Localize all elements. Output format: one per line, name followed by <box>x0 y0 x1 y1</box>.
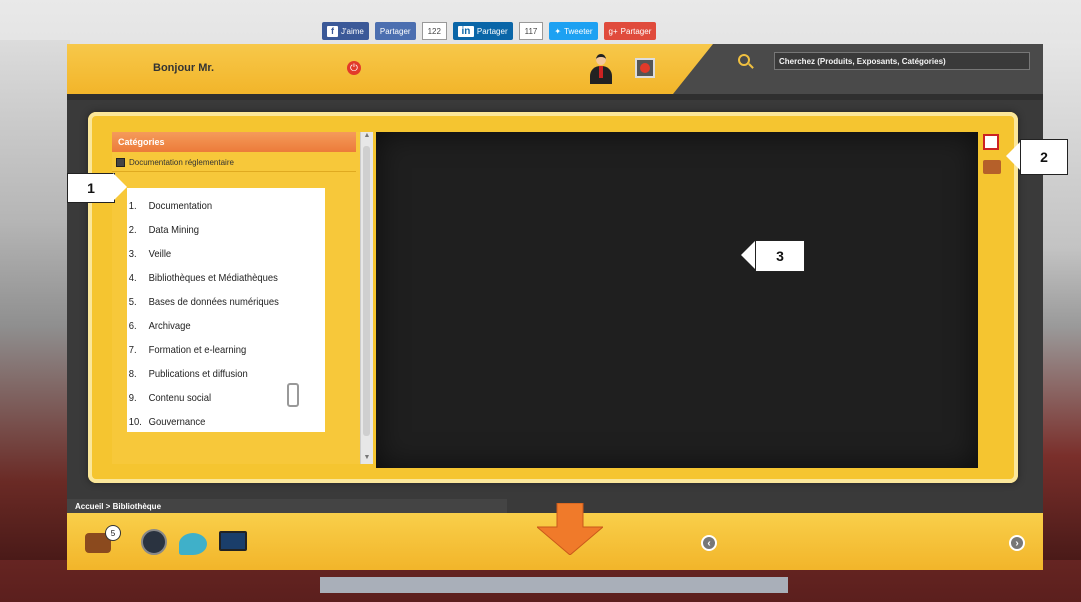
callout-3: 3 <box>755 240 805 272</box>
scroll-up-icon[interactable]: ▲ <box>363 132 371 142</box>
googleplus-share-label: Partager <box>620 26 652 36</box>
linkedin-share-label: Partager <box>476 26 508 36</box>
category-scrollbar[interactable]: ▲ ▼ <box>360 132 373 464</box>
list-item-number: 7. <box>128 344 137 356</box>
callout-1-arrow <box>113 173 127 201</box>
greeting-text: Bonjour Mr. <box>153 62 215 74</box>
list-item-number: 10. <box>128 416 142 428</box>
list-item-number: 5. <box>128 296 137 308</box>
list-item[interactable]: 4. Bibliothèques et Médiathèques <box>127 266 305 290</box>
category-label: Documentation réglementaire <box>129 158 234 167</box>
list-item-number: 6. <box>128 320 137 332</box>
search-icon[interactable] <box>738 54 750 66</box>
facebook-like-label: J'aime <box>341 26 364 36</box>
top-band <box>67 94 1043 100</box>
category-panel: Catégories Documentation réglementaire 1… <box>112 132 360 464</box>
list-item[interactable]: 10. Gouvernance <box>127 410 305 434</box>
chest-count-badge: 5 <box>105 525 121 541</box>
monitor-icon[interactable] <box>219 531 247 551</box>
list-item-number: 2. <box>128 224 137 236</box>
callout-1: 1 <box>67 173 115 203</box>
book-icon[interactable] <box>983 134 999 150</box>
mouse-scroll-icon <box>287 383 299 407</box>
chat-icon[interactable] <box>179 533 207 555</box>
previous-arrow-icon[interactable]: ‹ <box>701 535 717 551</box>
user-avatar-icon[interactable] <box>588 54 614 84</box>
list-item-label: Bibliothèques et Médiathèques <box>148 272 278 284</box>
linkedin-share-count: 117 <box>518 22 544 40</box>
category-documentation-reglementaire[interactable]: Documentation réglementaire <box>112 154 356 172</box>
categories-header: Catégories <box>112 132 356 152</box>
next-arrow-icon[interactable]: › <box>1009 535 1025 551</box>
googleplus-share-button[interactable]: g+ Partager <box>603 22 657 40</box>
list-item-label: Archivage <box>148 320 191 332</box>
breadcrumb[interactable]: Accueil > Bibliothèque <box>67 499 507 513</box>
list-item-label: Gouvernance <box>148 416 206 428</box>
scroll-down-icon[interactable]: ▼ <box>363 454 371 464</box>
callout-2: 2 <box>1020 139 1068 175</box>
list-item[interactable]: 5. Bases de données numériques <box>127 290 305 314</box>
list-item-label: Veille <box>148 248 172 260</box>
briefcase-icon[interactable] <box>983 160 1001 174</box>
list-item[interactable]: 6. Archivage <box>127 314 305 338</box>
facebook-share-count: 122 <box>421 22 447 40</box>
subcategory-list: 1. Documentation 2. Data Mining 3. Veille 4… <box>127 188 325 432</box>
list-item[interactable]: 7. Formation et e-learning <box>127 338 305 362</box>
list-item[interactable]: 9. Contenu social <box>127 386 305 410</box>
list-item-label: Bases de données numériques <box>148 296 279 308</box>
search-input[interactable] <box>774 52 1030 70</box>
callout-2-arrow <box>1006 142 1020 170</box>
facebook-share-label: Partager <box>379 26 411 36</box>
record-icon[interactable] <box>635 58 655 78</box>
list-item-label: Formation et e-learning <box>148 344 247 356</box>
category-bullet-icon <box>116 158 125 167</box>
list-item-number: 9. <box>128 392 137 404</box>
list-item[interactable]: 1. Documentation <box>127 194 305 218</box>
list-item[interactable]: 2. Data Mining <box>127 218 305 242</box>
scrollbar-thumb[interactable] <box>363 146 370 436</box>
down-arrow-icon[interactable] <box>537 503 603 555</box>
linkedin-icon: in <box>457 25 474 37</box>
share-bar: f J'aime Partager 122 in Partager 117 ✦ … <box>322 21 657 41</box>
compass-icon[interactable] <box>141 529 167 555</box>
callout-3-arrow <box>741 241 755 269</box>
content-viewer[interactable] <box>376 132 978 468</box>
facebook-share-button[interactable]: Partager <box>374 22 416 40</box>
linkedin-share-button[interactable]: in Partager <box>452 22 513 40</box>
list-item-label: Contenu social <box>148 392 212 404</box>
twitter-tweet-button[interactable]: ✦ Tweeter <box>549 22 598 40</box>
list-item[interactable]: 8. Publications et diffusion <box>127 362 305 386</box>
bottom-bar: 5 ‹ › <box>67 499 1043 570</box>
list-item-number: 4. <box>128 272 137 284</box>
list-item-number: 8. <box>128 368 137 380</box>
facebook-icon: f <box>327 25 338 37</box>
content-card: Catégories Documentation réglementaire 1… <box>88 112 1018 483</box>
list-item-label: Documentation <box>148 200 213 212</box>
facebook-like-button[interactable]: f J'aime <box>322 22 369 40</box>
footer-strip <box>320 577 788 593</box>
twitter-bird-icon: ✦ <box>554 26 562 36</box>
main-frame: Bonjour Mr. ⏻ Catégories Documentation r… <box>67 44 1043 570</box>
logout-power-icon[interactable]: ⏻ <box>347 61 361 75</box>
list-item-number: 1. <box>128 200 137 212</box>
background-left <box>0 40 70 560</box>
googleplus-icon: g+ <box>608 26 618 36</box>
list-item-number: 3. <box>128 248 137 260</box>
list-item-label: Data Mining <box>148 224 200 236</box>
list-item-label: Publications et diffusion <box>148 368 248 380</box>
list-item[interactable]: 3. Veille <box>127 242 305 266</box>
twitter-tweet-label: Tweeter <box>564 26 593 36</box>
